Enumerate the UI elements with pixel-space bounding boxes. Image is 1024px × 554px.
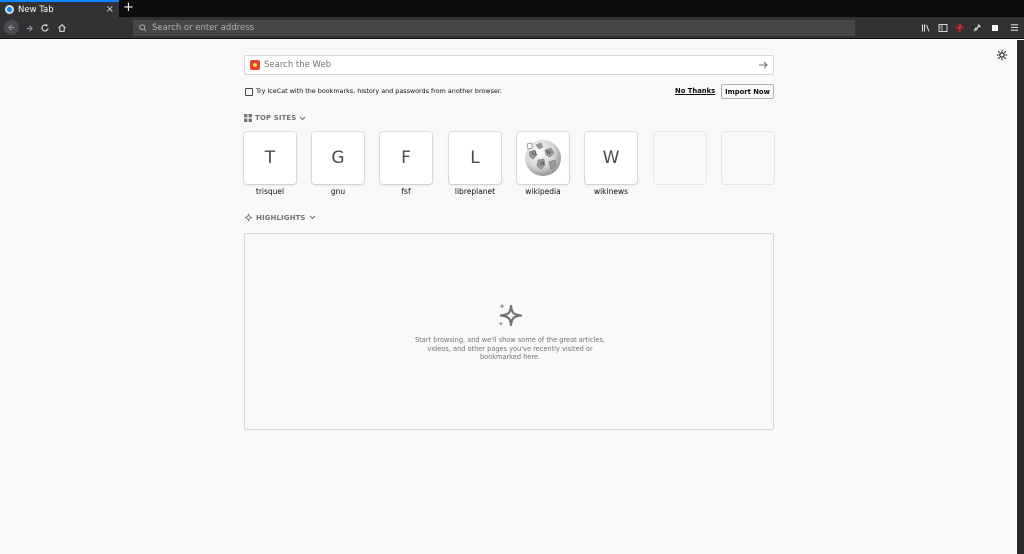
top-site-tile-libreplanet[interactable]: L xyxy=(449,132,501,184)
icecat-favicon-icon xyxy=(5,5,14,14)
home-icon xyxy=(58,24,66,32)
chevron-down-icon xyxy=(300,116,306,120)
top-site-tile-empty[interactable] xyxy=(654,132,706,184)
library-button[interactable] xyxy=(919,21,932,34)
highlights-header[interactable]: HIGHLIGHTS xyxy=(244,213,316,222)
forward-icon xyxy=(26,24,33,32)
sidebar-button[interactable] xyxy=(936,21,949,34)
import-icon xyxy=(245,88,253,96)
tile-label[interactable]: libreplanet xyxy=(449,187,501,196)
extension-button-3[interactable] xyxy=(988,21,1001,34)
menu-icon xyxy=(1010,24,1019,31)
highlights-empty-message: Start browsing, and we'll show some of t… xyxy=(414,336,606,361)
url-input[interactable] xyxy=(152,23,832,33)
top-site-tile-empty[interactable] xyxy=(722,132,774,184)
tile-letter: F xyxy=(401,148,411,168)
search-engine-logo-icon xyxy=(250,60,260,70)
svg-text:И: И xyxy=(540,161,545,167)
navigation-toolbar xyxy=(0,17,1024,39)
forward-button[interactable] xyxy=(22,21,36,35)
chevron-down-icon xyxy=(309,215,315,220)
import-message: Try IceCat with the bookmarks, history a… xyxy=(256,87,502,95)
tile-letter: L xyxy=(470,148,480,168)
highlights-empty-state: Start browsing, and we'll show some of t… xyxy=(244,233,774,430)
back-icon xyxy=(7,24,15,31)
svg-text:W: W xyxy=(546,150,552,156)
library-icon xyxy=(921,24,930,32)
web-search-box[interactable] xyxy=(244,55,774,75)
top-site-tile-trisquel[interactable]: T xyxy=(244,132,296,184)
wikipedia-globe-icon: Ω W И xyxy=(525,140,561,176)
sparkle-icon xyxy=(244,213,253,222)
top-sites-grid: T trisquel G gnu F fsf L libreplanet Ω W… xyxy=(244,132,775,198)
sparkle-icon xyxy=(498,303,523,327)
extension-icon xyxy=(973,23,981,31)
reload-button[interactable] xyxy=(38,21,52,35)
scrollbar[interactable] xyxy=(1017,40,1024,554)
new-tab-page: Try IceCat with the bookmarks, history a… xyxy=(0,40,1017,554)
import-banner: Try IceCat with the bookmarks, history a… xyxy=(244,84,774,99)
highlights-title: HIGHLIGHTS xyxy=(256,213,306,222)
sidebar-icon xyxy=(938,23,947,32)
tile-label[interactable]: gnu xyxy=(312,187,364,196)
arrow-right-icon[interactable] xyxy=(757,59,769,71)
tile-label[interactable]: wikipedia xyxy=(517,187,569,196)
gear-icon[interactable] xyxy=(996,49,1008,61)
tile-letter: G xyxy=(331,148,345,168)
tab-strip: New Tab × + xyxy=(0,0,1024,17)
top-sites-title: TOP SITES xyxy=(255,114,297,122)
url-bar[interactable] xyxy=(133,20,855,36)
extension-icon xyxy=(955,23,964,32)
svg-text:Ω: Ω xyxy=(532,151,536,157)
main-menu-button[interactable] xyxy=(1008,21,1021,34)
no-thanks-link[interactable]: No Thanks xyxy=(675,87,715,95)
reload-icon xyxy=(41,23,49,32)
top-sites-grid-icon xyxy=(244,114,252,122)
top-site-tile-wikinews[interactable]: W xyxy=(585,132,637,184)
search-icon xyxy=(139,24,147,32)
tile-letter: W xyxy=(602,148,620,168)
web-search-input[interactable] xyxy=(264,60,744,70)
top-sites-header[interactable]: TOP SITES xyxy=(244,114,306,122)
top-site-tile-gnu[interactable]: G xyxy=(312,132,364,184)
back-button[interactable] xyxy=(4,20,19,35)
tile-label[interactable]: fsf xyxy=(380,187,432,196)
tile-letter: T xyxy=(264,148,276,168)
new-tab-button[interactable]: + xyxy=(123,1,134,15)
tab-close-icon[interactable]: × xyxy=(106,4,114,15)
extension-button-1[interactable] xyxy=(953,21,966,34)
top-site-tile-wikipedia[interactable]: Ω W И xyxy=(517,132,569,184)
extension-icon xyxy=(991,24,998,31)
tab-new-tab[interactable]: New Tab × xyxy=(0,0,119,17)
tab-title: New Tab xyxy=(18,4,54,15)
tile-label[interactable]: trisquel xyxy=(244,187,296,196)
home-button[interactable] xyxy=(55,21,69,35)
tile-label[interactable]: wikinews xyxy=(585,187,637,196)
import-now-button[interactable]: Import Now xyxy=(721,84,774,99)
top-site-tile-fsf[interactable]: F xyxy=(380,132,432,184)
extension-button-2[interactable] xyxy=(970,21,983,34)
